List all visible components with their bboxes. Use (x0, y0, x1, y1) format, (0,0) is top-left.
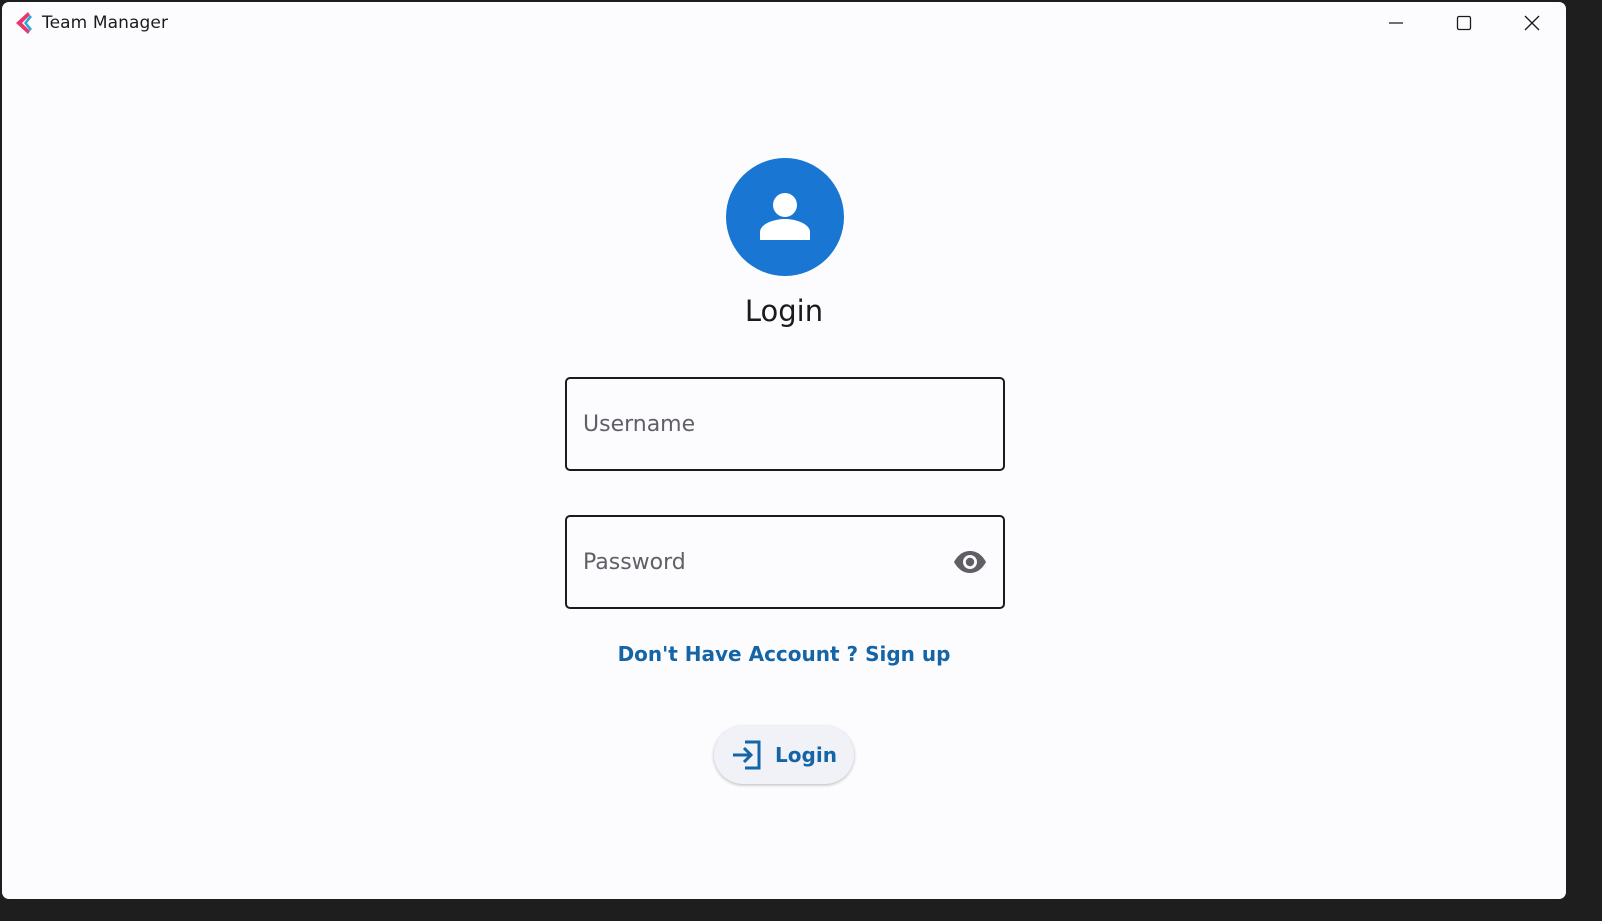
window-title: Team Manager (42, 13, 169, 33)
minimize-button[interactable] (1362, 2, 1430, 44)
login-button[interactable]: Login (714, 726, 854, 784)
app-logo-icon (16, 12, 34, 34)
username-input[interactable] (567, 379, 1003, 469)
close-button[interactable] (1498, 2, 1566, 44)
maximize-icon (1456, 15, 1472, 31)
maximize-button[interactable] (1430, 2, 1498, 44)
login-arrow-icon (733, 740, 761, 770)
title-bar[interactable]: Team Manager (2, 2, 1566, 44)
login-button-label: Login (775, 743, 837, 767)
app-window: Team Manager Login Username Don't Have A… (2, 2, 1566, 899)
minimize-icon (1389, 22, 1403, 24)
eye-icon (954, 551, 986, 573)
page-title: Login (744, 294, 824, 328)
password-field[interactable] (565, 515, 1005, 609)
avatar (726, 158, 844, 276)
close-icon (1524, 15, 1540, 31)
signup-link[interactable]: Don't Have Account ? Sign up (564, 642, 1004, 666)
password-input[interactable] (567, 517, 1003, 607)
person-icon (760, 193, 810, 240)
show-password-toggle[interactable] (953, 547, 987, 577)
username-field[interactable] (565, 377, 1005, 471)
